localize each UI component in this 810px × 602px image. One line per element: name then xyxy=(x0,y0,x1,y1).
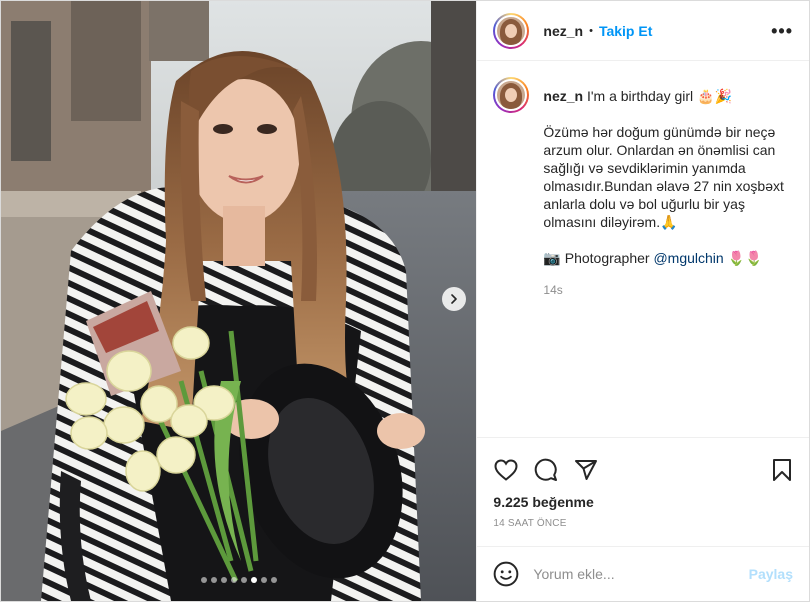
comment-button[interactable] xyxy=(533,457,559,483)
caption-username[interactable]: nez_n xyxy=(543,88,583,104)
heart-icon xyxy=(494,459,518,481)
credit-suffix: 🌷🌷 xyxy=(723,250,763,266)
carousel-indicator xyxy=(1,577,476,583)
caption-credit: 📷 Photographer @mgulchin 🌷🌷 xyxy=(543,249,788,267)
caption-time-ago: 14s xyxy=(543,283,563,297)
share-icon xyxy=(575,460,598,480)
post-header: nez_n • Takip Et ••• xyxy=(477,1,809,61)
follow-button[interactable]: Takip Et xyxy=(599,23,652,39)
save-button[interactable] xyxy=(769,457,795,483)
portrait-photo xyxy=(1,1,477,601)
carousel-dot xyxy=(240,577,247,583)
caption-avatar[interactable] xyxy=(493,77,530,113)
chevron-right-icon xyxy=(451,294,457,304)
caption-block: nez_n I'm a birthday girl 🎂🎉 Özümə hər d… xyxy=(477,61,809,437)
emoji-icon[interactable] xyxy=(493,561,519,587)
caption-body: nez_n I'm a birthday girl 🎂🎉 Özümə hər d… xyxy=(543,87,788,421)
bookmark-icon xyxy=(773,459,791,481)
share-button[interactable] xyxy=(573,457,599,483)
author-username[interactable]: nez_n xyxy=(543,23,583,39)
comment-bar: Paylaş xyxy=(477,546,809,601)
action-bar xyxy=(477,438,809,490)
next-photo-button[interactable] xyxy=(442,287,466,311)
more-options-icon[interactable]: ••• xyxy=(771,22,793,40)
avatar[interactable] xyxy=(493,12,530,49)
posted-time: 14 SAAT ÖNCE xyxy=(493,518,567,529)
like-button[interactable] xyxy=(493,457,519,483)
action-section: 9.225 beğenme 14 SAAT ÖNCE xyxy=(477,437,809,529)
caption-paragraph: Özümə hər doğum günümdə bir neçə arzum o… xyxy=(543,124,784,230)
caption-title: I'm a birthday girl 🎂🎉 xyxy=(586,88,732,104)
post-comment-button[interactable]: Paylaş xyxy=(749,566,793,582)
comment-input[interactable] xyxy=(533,566,749,582)
carousel-dot xyxy=(200,577,207,583)
like-count[interactable]: 9.225 beğenme xyxy=(477,490,809,510)
post-photo[interactable] xyxy=(1,1,477,601)
post-sidebar: nez_n • Takip Et ••• nez_n I'm a birthda… xyxy=(476,1,809,601)
carousel-dot xyxy=(230,577,237,583)
photographer-mention[interactable]: @mgulchin xyxy=(653,250,723,266)
carousel-dot xyxy=(270,577,277,583)
carousel-dot xyxy=(220,577,227,583)
comment-icon xyxy=(535,458,558,481)
post-card: nez_n • Takip Et ••• nez_n I'm a birthda… xyxy=(0,0,810,602)
credit-prefix: 📷 Photographer xyxy=(543,250,654,266)
caption-title-line: nez_n I'm a birthday girl 🎂🎉 xyxy=(543,87,788,105)
carousel-dot xyxy=(210,577,217,583)
carousel-dot xyxy=(250,577,257,583)
header-separator: • xyxy=(589,24,593,37)
carousel-dot xyxy=(260,577,267,583)
